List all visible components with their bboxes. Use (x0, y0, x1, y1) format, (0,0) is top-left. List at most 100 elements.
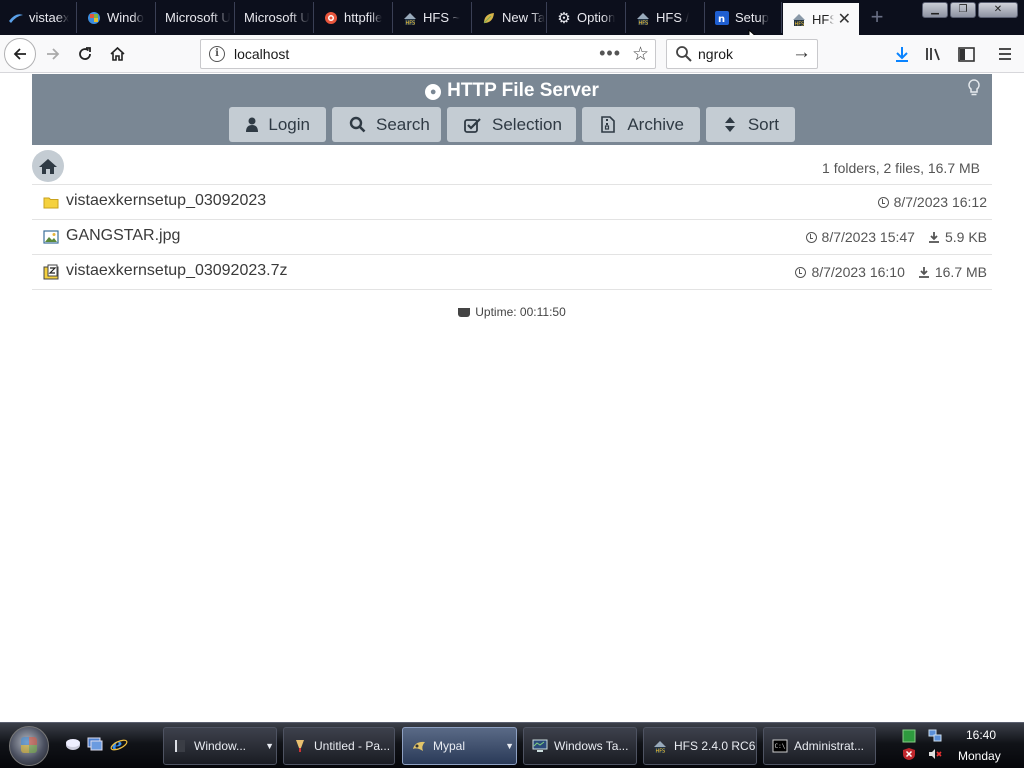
folder-summary: 1 folders, 2 files, 16.7 MB (822, 160, 980, 176)
sidebar-button[interactable] (953, 41, 979, 67)
minimize-button[interactable]: ▁ (922, 2, 948, 18)
security-shield-icon[interactable] (902, 747, 916, 761)
cmd-icon: C:\ (772, 738, 788, 754)
forward-button[interactable] (38, 39, 68, 69)
mypal-icon (411, 738, 427, 754)
browser-tab[interactable]: HFS HFS / (627, 2, 705, 33)
volume-muted-icon[interactable] (928, 747, 942, 761)
browser-tab[interactable]: vistaex (0, 2, 77, 33)
maximize-button[interactable]: ❐ (950, 2, 976, 18)
browser-tab[interactable]: New Ta (473, 2, 547, 33)
downloads-button[interactable] (889, 41, 915, 67)
close-window-button[interactable]: ✕ (978, 2, 1018, 18)
coffee-cup-icon (458, 308, 471, 317)
back-arrow-icon (13, 48, 26, 60)
sort-icon (723, 116, 738, 133)
vista-logo-icon (8, 10, 24, 26)
svg-text:C:\: C:\ (775, 743, 786, 750)
svg-text:HFS: HFS (639, 20, 649, 26)
browser-tab[interactable]: HFS HFS ~ (394, 2, 472, 33)
file-meta: 8/7/2023 16:12 (877, 194, 987, 210)
user-icon (246, 117, 259, 132)
download-icon (896, 47, 908, 62)
new-tab-button[interactable]: + (866, 4, 888, 30)
leaf-icon (481, 10, 497, 26)
file-list-row[interactable]: vistaex​kernsetup_03092023 8/7/2023 16:1… (32, 185, 992, 220)
browser-tab-active[interactable]: HFS HFS ✕ (783, 3, 859, 35)
reload-icon (79, 47, 91, 60)
folder-icon (43, 197, 59, 209)
url-bar[interactable]: i localhost ••• ☆ (200, 39, 656, 69)
taskbar-item[interactable]: HFS HFS 2.4.0 RC6 (643, 727, 757, 765)
browser-tab[interactable]: Microsoft U (157, 2, 235, 33)
file-name-link[interactable]: vistaexkernsetup_03092023.7z (66, 262, 288, 280)
browser-tab[interactable]: n Setup (706, 2, 782, 33)
vista-globe-icon (86, 10, 102, 26)
breadcrumb: 1 folders, 2 files, 16.7 MB (32, 149, 992, 185)
file-meta: 8/7/2023 15:47 5.9 KB (805, 229, 987, 245)
info-icon[interactable]: i (209, 46, 225, 62)
target-icon (323, 10, 339, 26)
url-text[interactable]: localhost (234, 46, 289, 62)
gear-icon: ⚙ (557, 9, 571, 27)
show-desktop-icon[interactable] (64, 735, 82, 753)
archive-file-icon (43, 264, 59, 280)
paint-icon (292, 738, 308, 754)
lightbulb-icon[interactable] (966, 78, 982, 98)
home-icon (39, 158, 57, 174)
taskbar-item[interactable]: Windows Ta... (523, 727, 637, 765)
system-tray (890, 723, 1024, 768)
login-button[interactable]: Login (229, 107, 326, 142)
clock-day[interactable]: Monday (958, 749, 1001, 763)
search-bar[interactable]: ngrok → (666, 39, 818, 69)
selection-button[interactable]: Selection (447, 107, 576, 142)
sort-button[interactable]: Sort (706, 107, 795, 142)
internet-explorer-icon[interactable]: e (110, 735, 128, 753)
browser-tab[interactable]: Microsoft U (236, 2, 314, 33)
search-button[interactable]: Search (332, 107, 441, 142)
taskbar: e Window... ▼ Untitled - Pa... Mypal ▼ W… (0, 722, 1024, 768)
switch-windows-icon[interactable] (86, 735, 104, 753)
taskbar-item-active[interactable]: Mypal ▼ (402, 727, 517, 765)
file-list-row[interactable]: GANGSTAR.jpg 8/7/2023 15:47 5.9 KB (32, 220, 992, 255)
home-icon (109, 46, 125, 61)
clock-time[interactable]: 16:40 (966, 728, 996, 742)
hfs-icon: HFS (402, 10, 418, 26)
window-controls: ▁ ❐ ✕ (922, 2, 1018, 18)
dropdown-arrow-icon: ▼ (505, 741, 514, 751)
svg-text:HFS: HFS (795, 22, 805, 28)
taskbar-item[interactable]: Window... ▼ (163, 727, 277, 765)
hfs-icon: HFS (652, 738, 668, 754)
svg-text:n: n (718, 14, 725, 25)
home-folder-button[interactable] (32, 150, 64, 182)
library-button[interactable] (921, 41, 947, 67)
archive-button[interactable]: Archive (582, 107, 700, 142)
svg-text:HFS: HFS (656, 749, 666, 755)
search-input[interactable]: ngrok (698, 46, 733, 62)
taskbar-item[interactable]: C:\ Administrat... (763, 727, 876, 765)
browser-tab-strip: vistaex Windo Microsoft U Microsoft U ht… (0, 0, 1024, 49)
file-name-link[interactable]: vistaex​kernsetup_03092023 (66, 192, 266, 210)
browser-tab[interactable]: Windo (78, 2, 156, 33)
file-list-row[interactable]: vistaexkernsetup_03092023.7z 8/7/2023 16… (32, 255, 992, 290)
start-button[interactable] (9, 726, 49, 766)
browser-tab[interactable]: ⚙ Option (548, 2, 626, 33)
checkbox-icon (464, 117, 482, 133)
network-icon[interactable] (928, 729, 942, 743)
image-file-icon (43, 230, 59, 244)
hfs-header: ● HTTP File Server Login Search Selection… (32, 74, 992, 145)
search-go-icon[interactable]: → (792, 42, 811, 64)
clock-icon (805, 231, 817, 243)
file-name-link[interactable]: GANGSTAR.jpg (66, 227, 180, 245)
menu-button[interactable] (992, 41, 1018, 67)
back-button[interactable] (4, 38, 36, 70)
taskbar-item[interactable]: Untitled - Pa... (283, 727, 395, 765)
home-button[interactable] (102, 39, 132, 69)
close-tab-icon[interactable]: ✕ (838, 9, 851, 29)
reload-button[interactable] (70, 39, 100, 69)
green-status-icon[interactable] (902, 729, 916, 743)
download-icon (918, 266, 930, 278)
browser-tab[interactable]: httpfile (315, 2, 393, 33)
page-actions-icon[interactable]: ••• (599, 43, 621, 64)
bookmark-star-icon[interactable]: ☆ (632, 43, 649, 66)
